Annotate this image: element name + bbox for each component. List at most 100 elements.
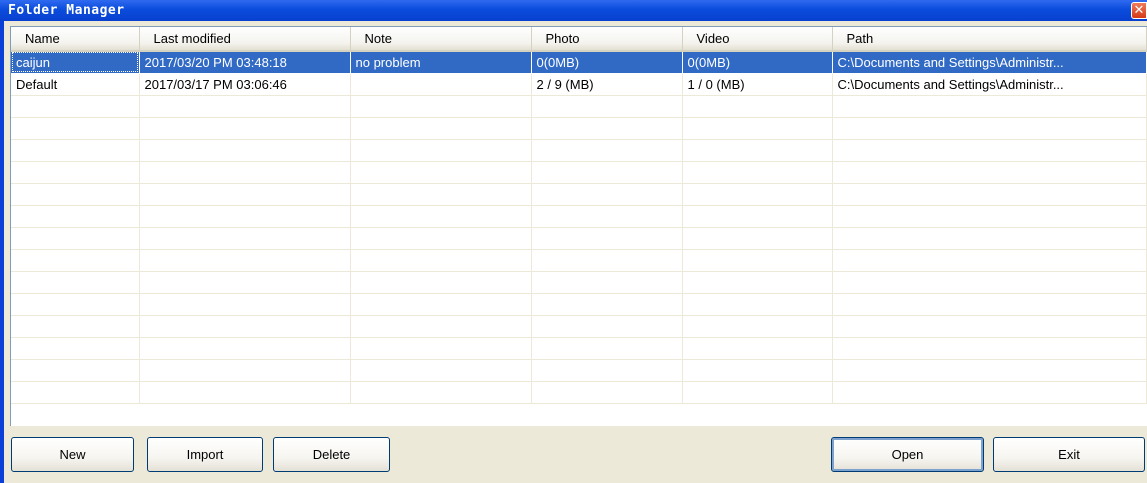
cell-video (682, 205, 833, 228)
cell-video (682, 315, 833, 338)
cell-photo (531, 139, 683, 162)
cell-note (350, 139, 532, 162)
cell-photo (531, 227, 683, 250)
column-header-note[interactable]: Note (350, 27, 532, 52)
cell-name (11, 293, 140, 316)
table-header-row: Name Last modified Note Photo Video Path (11, 27, 1147, 52)
cell-path (832, 205, 1147, 228)
cell-video (682, 161, 833, 184)
cell-last-modified (139, 249, 351, 272)
cell-name: caijun (11, 51, 140, 74)
cell-note (350, 381, 532, 404)
column-header-video[interactable]: Video (682, 27, 833, 52)
cell-path (832, 337, 1147, 360)
cell-last-modified (139, 139, 351, 162)
cell-name (11, 95, 140, 118)
cell-photo (531, 205, 683, 228)
cell-name (11, 161, 140, 184)
cell-path (832, 161, 1147, 184)
cell-note (350, 161, 532, 184)
cell-name (11, 337, 140, 360)
cell-note (350, 117, 532, 140)
cell-note (350, 337, 532, 360)
new-button[interactable]: New (11, 437, 134, 472)
folder-manager-window: Folder Manager ✕ Name Last modified Note… (0, 0, 1147, 483)
cell-photo (531, 381, 683, 404)
cell-last-modified (139, 183, 351, 206)
empty-row (11, 271, 1147, 294)
cell-video (682, 381, 833, 404)
cell-name (11, 381, 140, 404)
empty-row (11, 337, 1147, 360)
cell-note (350, 315, 532, 338)
cell-video (682, 117, 833, 140)
cell-path (832, 139, 1147, 162)
table-row[interactable]: caijun 2017/03/20 PM 03:48:18 no problem 0(… (11, 51, 1147, 74)
cell-name (11, 183, 140, 206)
cell-last-modified (139, 337, 351, 360)
cell-path (832, 315, 1147, 338)
cell-video (682, 293, 833, 316)
column-header-name[interactable]: Name (11, 27, 140, 52)
cell-note (350, 293, 532, 316)
folder-table: Name Last modified Note Photo Video Path… (11, 27, 1147, 404)
empty-row (11, 183, 1147, 206)
cell-path (832, 293, 1147, 316)
cell-name (11, 271, 140, 294)
cell-video: 1 / 0 (MB) (682, 73, 833, 96)
column-header-photo[interactable]: Photo (531, 27, 683, 52)
cell-path (832, 183, 1147, 206)
cell-video (682, 183, 833, 206)
cell-photo (531, 315, 683, 338)
cell-name (11, 249, 140, 272)
cell-name (11, 227, 140, 250)
cell-photo (531, 161, 683, 184)
cell-last-modified: 2017/03/20 PM 03:48:18 (139, 51, 351, 74)
table-body: caijun 2017/03/20 PM 03:48:18 no problem 0(… (11, 51, 1147, 404)
cell-photo: 2 / 9 (MB) (531, 73, 683, 96)
cell-note: no problem (350, 51, 532, 74)
column-header-path[interactable]: Path (832, 27, 1147, 52)
table-row[interactable]: Default 2017/03/17 PM 03:06:46 2 / 9 (MB) 1… (11, 73, 1147, 96)
cell-video (682, 359, 833, 382)
cell-name (11, 315, 140, 338)
delete-button[interactable]: Delete (273, 437, 390, 472)
cell-name (11, 139, 140, 162)
empty-row (11, 161, 1147, 184)
cell-note (350, 227, 532, 250)
cell-last-modified (139, 293, 351, 316)
cell-note (350, 359, 532, 382)
import-button[interactable]: Import (147, 437, 263, 472)
cell-name (11, 117, 140, 140)
cell-video (682, 227, 833, 250)
cell-path (832, 271, 1147, 294)
cell-path (832, 359, 1147, 382)
cell-photo (531, 359, 683, 382)
cell-video (682, 249, 833, 272)
open-button[interactable]: Open (831, 437, 984, 472)
column-header-last-modified[interactable]: Last modified (139, 27, 351, 52)
cell-video (682, 95, 833, 118)
cell-video (682, 337, 833, 360)
cell-photo (531, 95, 683, 118)
exit-button[interactable]: Exit (993, 437, 1145, 472)
cell-last-modified (139, 205, 351, 228)
empty-row (11, 227, 1147, 250)
title-bar[interactable]: Folder Manager ✕ (0, 0, 1147, 21)
empty-row (11, 95, 1147, 118)
cell-path (832, 381, 1147, 404)
cell-last-modified (139, 359, 351, 382)
cell-video (682, 271, 833, 294)
cell-note (350, 205, 532, 228)
empty-row (11, 249, 1147, 272)
cell-name (11, 359, 140, 382)
cell-note (350, 249, 532, 272)
cell-path: C:\Documents and Settings\Administr... (832, 73, 1147, 96)
cell-last-modified (139, 315, 351, 338)
cell-note (350, 73, 532, 96)
close-icon[interactable]: ✕ (1131, 2, 1147, 19)
cell-video: 0(0MB) (682, 51, 833, 74)
cell-last-modified (139, 227, 351, 250)
cell-path: C:\Documents and Settings\Administr... (832, 51, 1147, 74)
folder-list[interactable]: Name Last modified Note Photo Video Path… (10, 26, 1147, 426)
